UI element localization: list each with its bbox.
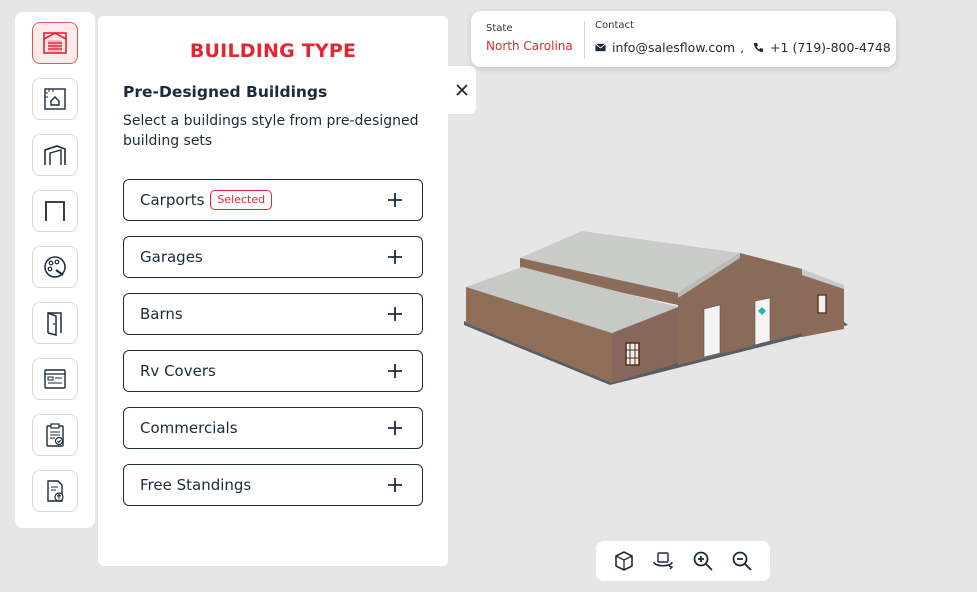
rail-building-type-button[interactable]	[32, 22, 78, 64]
category-label: Barns	[140, 305, 183, 323]
blueprint-icon	[44, 88, 66, 110]
phone-icon	[753, 42, 764, 53]
envelope-icon	[595, 43, 606, 52]
walk-door-left	[703, 304, 721, 358]
category-label: Carports	[140, 191, 205, 209]
zoom-out-button[interactable]	[729, 548, 755, 574]
cube-view-icon	[614, 551, 633, 571]
palette-icon	[44, 256, 66, 278]
selected-badge: Selected	[210, 190, 273, 210]
door-icon	[47, 312, 62, 336]
rail-windows-button[interactable]	[32, 358, 78, 400]
category-garages[interactable]: Garages	[123, 236, 423, 278]
checklist-icon	[46, 423, 64, 447]
category-label: Commercials	[140, 419, 238, 437]
window-icon	[44, 369, 66, 389]
rail-colors-button[interactable]	[32, 246, 78, 288]
contact-label: Contact	[595, 20, 634, 31]
plus-icon[interactable]	[386, 362, 404, 380]
plus-icon[interactable]	[386, 419, 404, 437]
side-window	[625, 342, 640, 366]
close-icon	[456, 84, 468, 96]
state-value: North Carolina	[486, 39, 573, 53]
upload-document-icon	[47, 480, 64, 502]
rotate-360-button[interactable]	[650, 548, 676, 574]
door-frame-icon	[45, 201, 65, 221]
section-description: Select a buildings style from pre-design…	[123, 113, 419, 149]
divider	[584, 21, 585, 59]
panel-title: BUILDING TYPE	[189, 40, 357, 62]
walk-door-right	[754, 297, 771, 346]
right-window	[817, 294, 827, 314]
plus-icon[interactable]	[386, 248, 404, 266]
cube-view-button[interactable]	[611, 548, 637, 574]
sidebar-rail	[15, 12, 95, 528]
plus-icon[interactable]	[386, 476, 404, 494]
phone-link[interactable]: +1 (719)-800-4748	[770, 40, 891, 55]
category-free-standings[interactable]: Free Standings	[123, 464, 423, 506]
category-commercials[interactable]: Commercials	[123, 407, 423, 449]
close-panel-button[interactable]	[448, 66, 476, 114]
rail-doors-button[interactable]	[32, 302, 78, 344]
viewer-toolbar	[596, 541, 770, 581]
rail-upload-button[interactable]	[32, 470, 78, 512]
zoom-in-button[interactable]	[690, 548, 716, 574]
frame-icon	[44, 145, 66, 165]
rail-summary-button[interactable]	[32, 414, 78, 456]
zoom-in-icon	[693, 551, 713, 571]
rotate-360-icon	[653, 552, 674, 570]
building-3d-viewer[interactable]	[460, 225, 850, 395]
category-label: Free Standings	[140, 476, 252, 494]
rail-dimensions-button[interactable]	[32, 78, 78, 120]
state-label: State	[486, 23, 513, 34]
category-rv-covers[interactable]: Rv Covers	[123, 350, 423, 392]
plus-icon[interactable]	[386, 191, 404, 209]
category-label: Rv Covers	[140, 362, 216, 380]
garage-icon	[43, 32, 67, 54]
category-carports[interactable]: Carports Selected	[123, 179, 423, 221]
contact-row: info@salesflow.com , +1 (719)-800-4748	[595, 40, 891, 55]
plus-icon[interactable]	[386, 305, 404, 323]
info-card: State North Carolina Contact info@salesf…	[471, 11, 896, 67]
rail-roof-frame-button[interactable]	[32, 134, 78, 176]
email-link[interactable]: info@salesflow.com	[612, 40, 735, 55]
category-label: Garages	[140, 248, 203, 266]
zoom-out-icon	[732, 551, 752, 571]
rail-sides-button[interactable]	[32, 190, 78, 232]
separator-comma: ,	[740, 40, 745, 55]
building-type-panel: BUILDING TYPE Pre-Designed Buildings Sel…	[98, 16, 448, 566]
category-barns[interactable]: Barns	[123, 293, 423, 335]
section-title: Pre-Designed Buildings	[123, 83, 328, 101]
